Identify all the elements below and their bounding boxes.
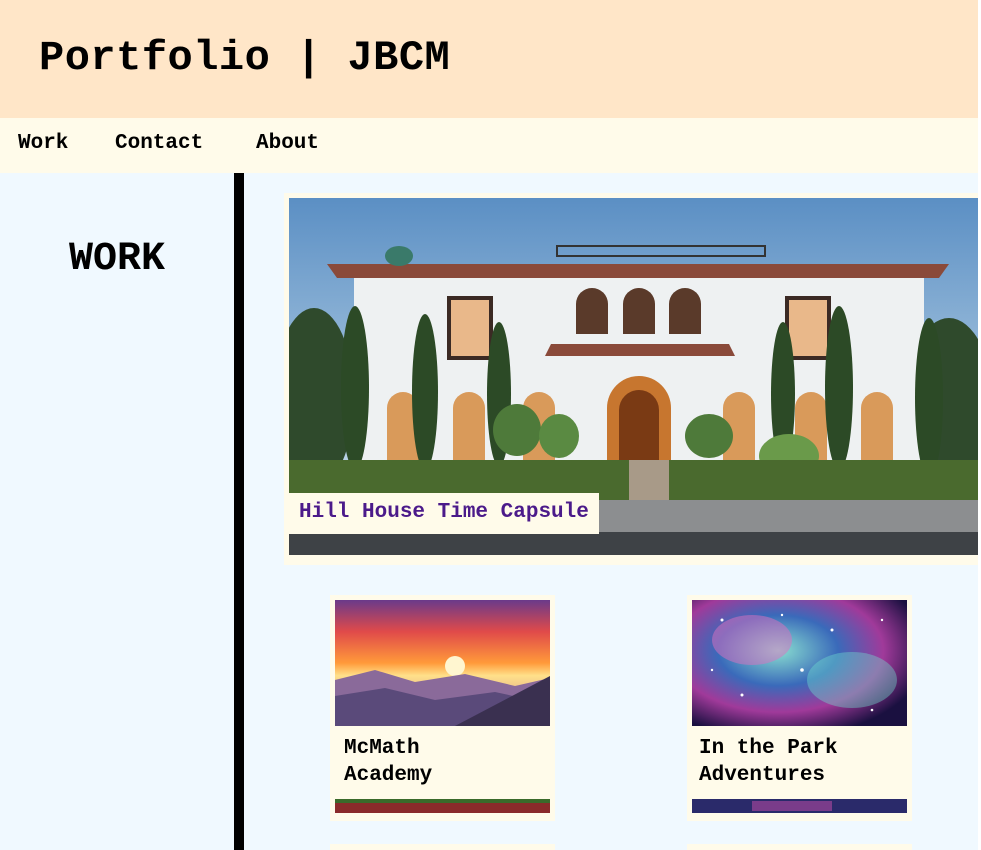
park-adventures-image: [692, 600, 907, 726]
featured-project-title[interactable]: Hill House Time Capsule: [289, 493, 599, 534]
mcmath-title: McMath Academy: [344, 737, 433, 787]
nav-link-about[interactable]: About: [256, 132, 319, 155]
site-title: Portfolio | JBCM: [39, 34, 451, 82]
nav-link-contact[interactable]: Contact: [115, 132, 203, 155]
sidebar: WORK: [0, 173, 234, 850]
mcmath-image-strip: [335, 799, 550, 813]
park-adventures-image-strip: [692, 799, 907, 813]
park-adventures-title: In the Park Adventures: [699, 737, 838, 787]
sidebar-title: WORK: [68, 237, 165, 282]
nav-link-work[interactable]: Work: [18, 132, 68, 155]
nav-bar: Work Contact About: [0, 118, 978, 173]
site-header: Portfolio | JBCM: [0, 0, 978, 118]
project-card-partial[interactable]: [330, 844, 555, 850]
work-gallery: Hill House Time Capsule McMath Academy I…: [244, 173, 978, 850]
mcmath-image: [335, 600, 550, 726]
sidebar-divider: [234, 173, 244, 850]
featured-project-card[interactable]: Hill House Time Capsule: [284, 193, 978, 565]
project-card-mcmath[interactable]: McMath Academy: [330, 595, 555, 821]
project-card-park-adventures[interactable]: In the Park Adventures: [687, 595, 912, 821]
project-card-partial[interactable]: [687, 844, 912, 850]
